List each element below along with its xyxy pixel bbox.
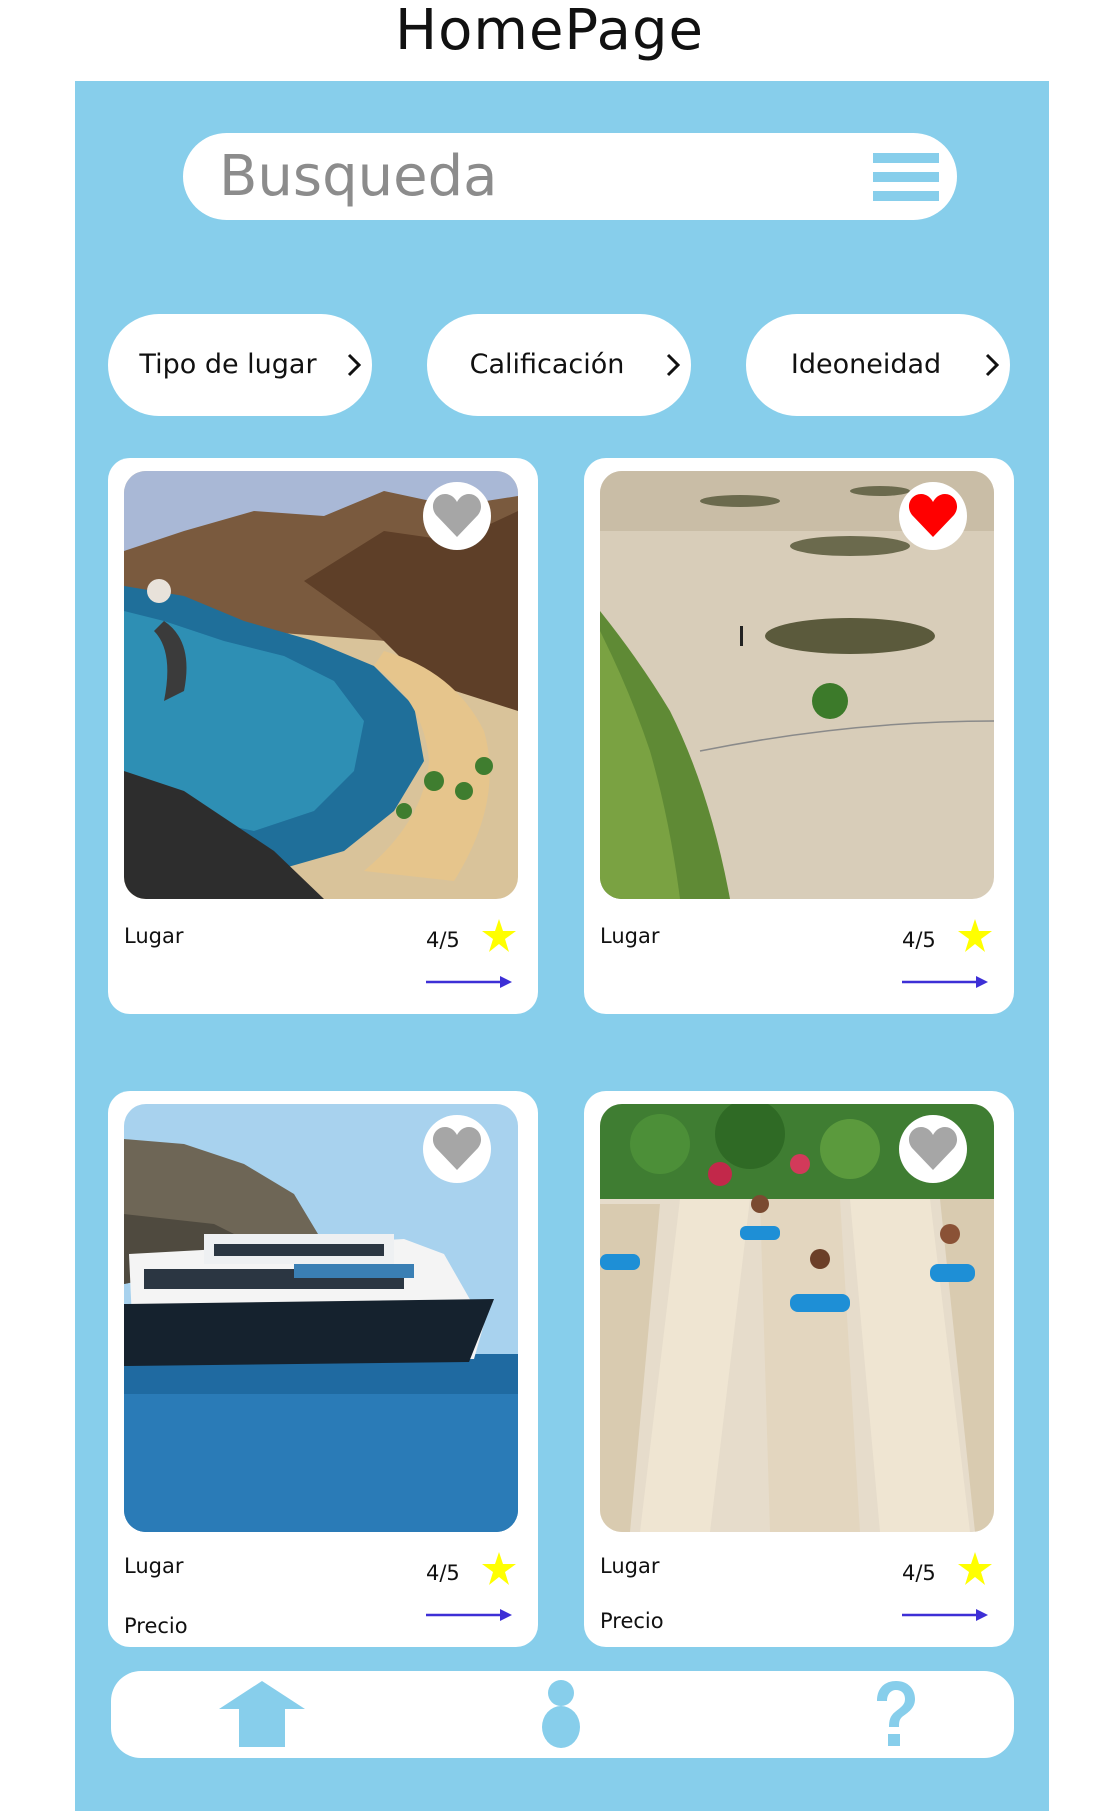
place-name: Lugar [600,1554,660,1578]
filter-label: Ideoneidad [790,349,942,380]
search-input[interactable] [219,141,819,211]
star-icon [958,1552,992,1585]
favorite-button[interactable] [423,1115,491,1183]
filter-calificacion[interactable]: Calificación [427,314,691,416]
arrow-right-icon[interactable] [902,974,988,990]
menu-icon[interactable] [873,153,939,203]
star-icon [958,919,992,952]
bottom-navbar [111,1671,1014,1758]
star-icon [482,1552,516,1585]
rating-text: 4/5 [426,928,460,952]
place-name: Lugar [124,1554,184,1578]
page-title: HomePage [395,0,704,63]
rating-text: 4/5 [426,1561,460,1585]
home-icon[interactable] [217,1679,307,1749]
chevron-right-icon [985,353,1000,377]
chevron-right-icon [347,353,362,377]
price-text: Precio [124,1614,188,1638]
star-icon [482,919,516,952]
filter-ideoneidad[interactable]: Ideoneidad [746,314,1010,416]
favorite-button[interactable] [899,1115,967,1183]
arrow-right-icon[interactable] [902,1607,988,1623]
heart-icon [908,494,958,537]
place-card[interactable]: Lugar 4/5 [108,458,538,1014]
help-icon[interactable] [872,1679,918,1749]
price-text: Precio [600,1609,664,1633]
filter-tipo-de-lugar[interactable]: Tipo de lugar [108,314,372,416]
arrow-right-icon[interactable] [426,974,512,990]
place-card[interactable]: Lugar 4/5 [584,458,1014,1014]
heart-icon [432,494,482,537]
app-screen: Tipo de lugar Calificación Ideoneidad [75,81,1049,1811]
place-name: Lugar [600,924,660,948]
heart-icon [432,1127,482,1170]
search-bar [183,133,957,220]
chevron-right-icon [666,353,681,377]
place-card[interactable]: Lugar Precio 4/5 [584,1091,1014,1647]
favorite-button[interactable] [423,482,491,550]
arrow-right-icon[interactable] [426,1607,512,1623]
favorite-button[interactable] [899,482,967,550]
heart-icon [908,1127,958,1170]
filter-label: Tipo de lugar [139,349,317,380]
rating-text: 4/5 [902,1561,936,1585]
place-card[interactable]: Lugar Precio 4/5 [108,1091,538,1647]
place-name: Lugar [124,924,184,948]
filter-label: Calificación [469,349,625,380]
rating-text: 4/5 [902,928,936,952]
user-icon[interactable] [541,1679,581,1749]
